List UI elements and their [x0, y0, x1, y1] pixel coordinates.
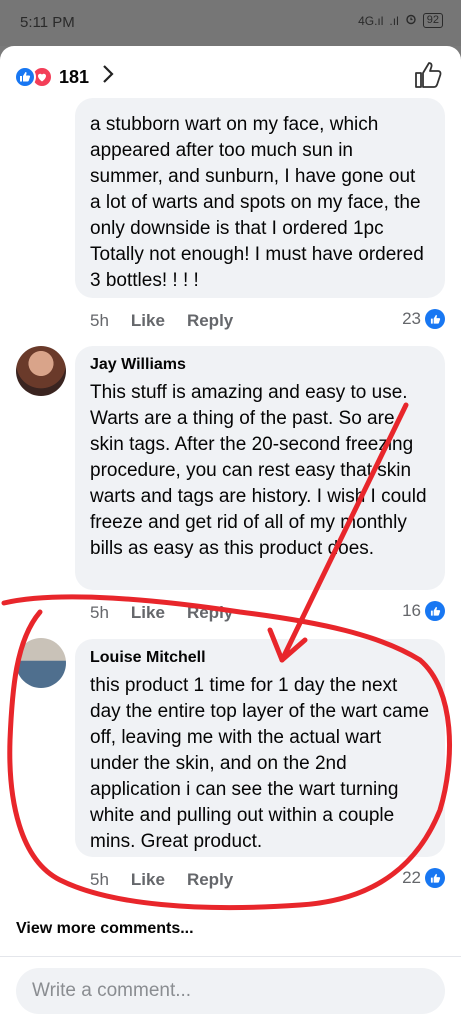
like-count: 16: [402, 601, 421, 620]
comment-author[interactable]: Jay Williams: [90, 356, 431, 374]
view-more-comments-link[interactable]: View more comments...: [16, 920, 194, 938]
avatar[interactable]: [16, 346, 66, 396]
like-button[interactable]: Like: [131, 311, 165, 331]
like-button[interactable]: Like: [131, 870, 165, 890]
comment-composer[interactable]: [16, 968, 445, 1014]
like-reaction-icon: [14, 66, 36, 88]
comment-author[interactable]: Louise Mitchell: [90, 649, 431, 667]
reply-button[interactable]: Reply: [187, 870, 233, 890]
like-reaction-icon: [425, 601, 445, 621]
comment-likes[interactable]: 22: [402, 868, 445, 888]
comment-actions: 5h Like Reply: [90, 603, 233, 623]
chevron-right-icon: [101, 64, 115, 90]
comment-bubble: a stubborn wart on my face, which appear…: [75, 98, 445, 298]
comments-sheet: 181 a stubborn wart on my face, which ap…: [0, 46, 461, 1024]
comment-text: This stuff is amazing and easy to use. W…: [90, 382, 427, 559]
divider: [0, 956, 461, 957]
comment-time: 5h: [90, 870, 109, 889]
status-bar: 5:11 PM 4G.ıl .ıl 92: [0, 0, 461, 46]
comment-text: a stubborn wart on my face, which appear…: [90, 114, 424, 291]
like-reaction-icon: [425, 868, 445, 888]
alarm-icon: [405, 13, 417, 28]
reactions-summary[interactable]: 181: [14, 64, 115, 90]
comment-likes[interactable]: 23: [402, 309, 445, 329]
comment-actions: 5h Like Reply: [90, 870, 233, 890]
cell-signal-icon: 4G.ıl: [358, 13, 384, 28]
thumbs-up-outline-icon[interactable]: [413, 60, 443, 90]
status-icons: 4G.ıl .ıl 92: [358, 13, 443, 28]
comment-bubble: Jay Williams This stuff is amazing and e…: [75, 346, 445, 590]
reply-button[interactable]: Reply: [187, 603, 233, 623]
reaction-count: 181: [59, 66, 90, 87]
status-time: 5:11 PM: [20, 14, 75, 31]
comment-text: this product 1 time for 1 day the next d…: [90, 675, 430, 852]
battery-icon: 92: [422, 13, 443, 28]
avatar[interactable]: [16, 638, 66, 688]
like-reaction-icon: [425, 309, 445, 329]
comment-actions: 5h Like Reply: [90, 311, 233, 331]
like-count: 23: [402, 309, 421, 328]
comment-input[interactable]: [16, 968, 445, 1014]
cell-signal-icon-2: .ıl: [389, 13, 399, 28]
like-button[interactable]: Like: [131, 603, 165, 623]
comment-bubble: Louise Mitchell this product 1 time for …: [75, 639, 445, 857]
like-count: 22: [402, 868, 421, 887]
comment-likes[interactable]: 16: [402, 601, 445, 621]
comment-time: 5h: [90, 603, 109, 622]
comment-time: 5h: [90, 311, 109, 330]
reply-button[interactable]: Reply: [187, 311, 233, 331]
